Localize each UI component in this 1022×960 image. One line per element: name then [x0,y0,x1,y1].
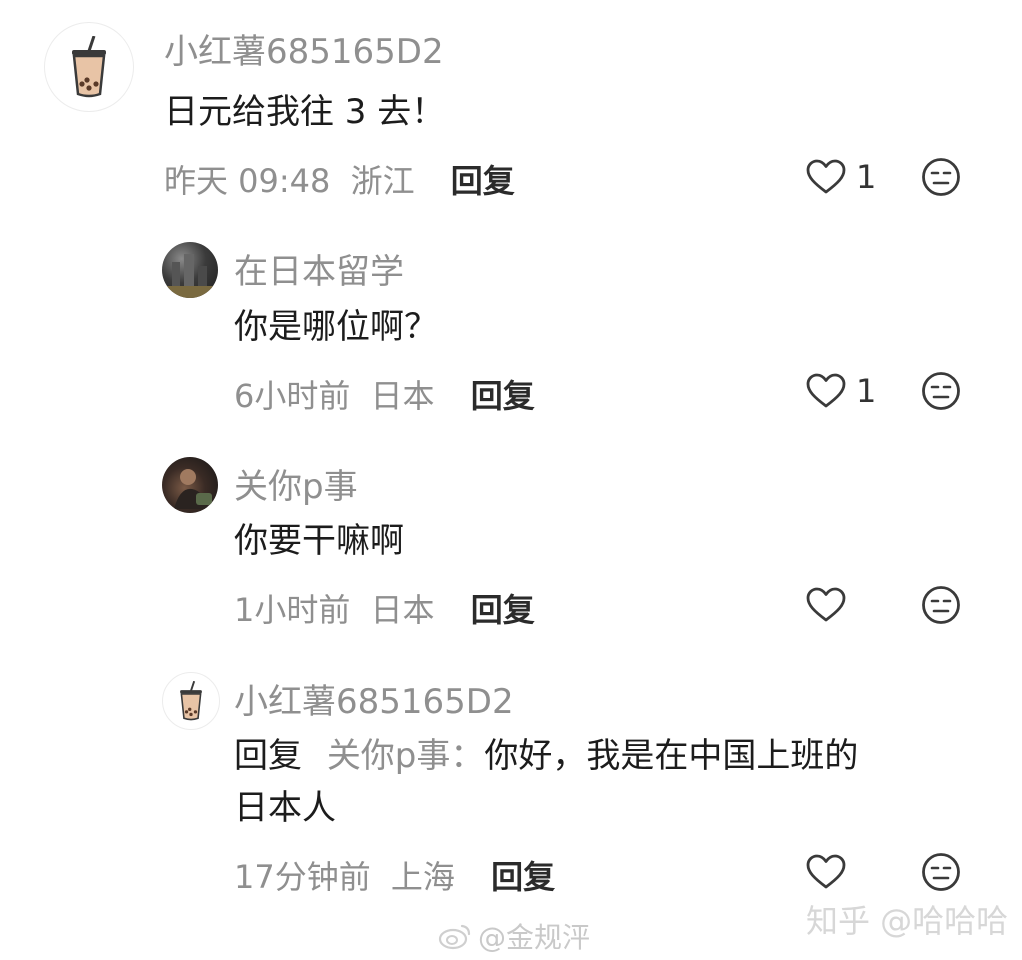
reply-button[interactable]: 回复 [451,162,515,200]
comment-meta: 1小时前 日本 回复 [234,585,535,631]
meh-face-icon [922,372,960,410]
username[interactable]: 小红薯685165D2 [164,24,444,73]
like-button[interactable]: 1 [806,158,876,196]
avatar[interactable] [162,672,220,730]
location: 浙江 [350,162,415,200]
weibo-logo-icon [438,924,471,950]
username[interactable]: 在日本留学 [234,244,404,293]
heart-outline-icon [806,854,846,889]
dislike-button[interactable] [921,157,961,201]
location: 上海 [390,858,455,896]
meh-face-icon [922,586,960,624]
bubble-tea-icon [180,681,202,721]
avatar[interactable] [162,242,218,298]
comment-3: 关你p事 你要干嘛啊 1小时前 日本 回复 [0,435,1022,650]
location: 日本 [370,377,435,415]
dislike-button[interactable] [921,371,961,415]
zhihu-watermark: 知乎 @哈哈哈 [806,902,1009,940]
comment-text: 你要干嘛啊 [234,521,404,561]
username[interactable]: 小红薯685165D2 [234,674,514,723]
comment-1: 小红薯685165D2 日元给我往 3 去！ 昨天 09:48 浙江 回复 1 [0,0,1022,220]
weibo-watermark: @金规泙 [438,916,590,956]
comment-2: 在日本留学 你是哪位啊？ 6小时前 日本 回复 1 [0,220,1022,435]
like-count: 1 [856,372,877,410]
weibo-handle: @金规泙 [478,921,591,954]
heart-outline-icon [806,159,846,194]
timestamp: 17分钟前 [234,858,371,896]
like-button[interactable]: 1 [806,372,876,410]
dislike-button[interactable] [921,585,961,629]
like-count: 1 [856,158,877,196]
heart-outline-icon [806,587,846,622]
timestamp: 昨天 09:48 [164,162,331,200]
location: 日本 [370,591,435,629]
comment-text: 日元给我往 3 去！ [164,92,446,132]
timestamp: 6小时前 [234,377,351,415]
comment-text: 你是哪位啊？ [234,307,438,347]
comment-text-line1: 你好，我是在中国上班的 [484,736,859,776]
like-button[interactable] [806,587,856,623]
comment-meta: 17分钟前 上海 回复 [234,852,555,898]
comment-meta: 昨天 09:48 浙江 回复 [164,156,515,202]
reply-button[interactable]: 回复 [491,858,555,896]
username[interactable]: 关你p事 [234,459,358,508]
night-city-photo [162,254,218,298]
avatar[interactable] [44,22,134,112]
heart-outline-icon [806,373,846,408]
comment-meta: 6小时前 日本 回复 [234,371,535,417]
comment-text-line2: 日本人 [234,788,336,828]
comment-4: 小红薯685165D2 回复 关你p事：你好，我是在中国上班的 日本人 17分钟… [0,650,1022,900]
reply-prefix: 回复 [234,736,302,776]
reply-button[interactable]: 回复 [471,591,535,629]
dislike-button[interactable] [921,852,961,896]
comment-text: 回复 关你p事：你好，我是在中国上班的 [234,732,858,780]
bubble-tea-icon [72,36,106,98]
like-button[interactable] [806,854,856,890]
meh-face-icon [922,853,960,891]
timestamp: 1小时前 [234,591,351,629]
reply-button[interactable]: 回复 [471,377,535,415]
person-photo [174,469,212,509]
meh-face-icon [922,158,960,196]
avatar[interactable] [162,457,218,513]
mention-link[interactable]: 关你p事： [327,736,485,776]
